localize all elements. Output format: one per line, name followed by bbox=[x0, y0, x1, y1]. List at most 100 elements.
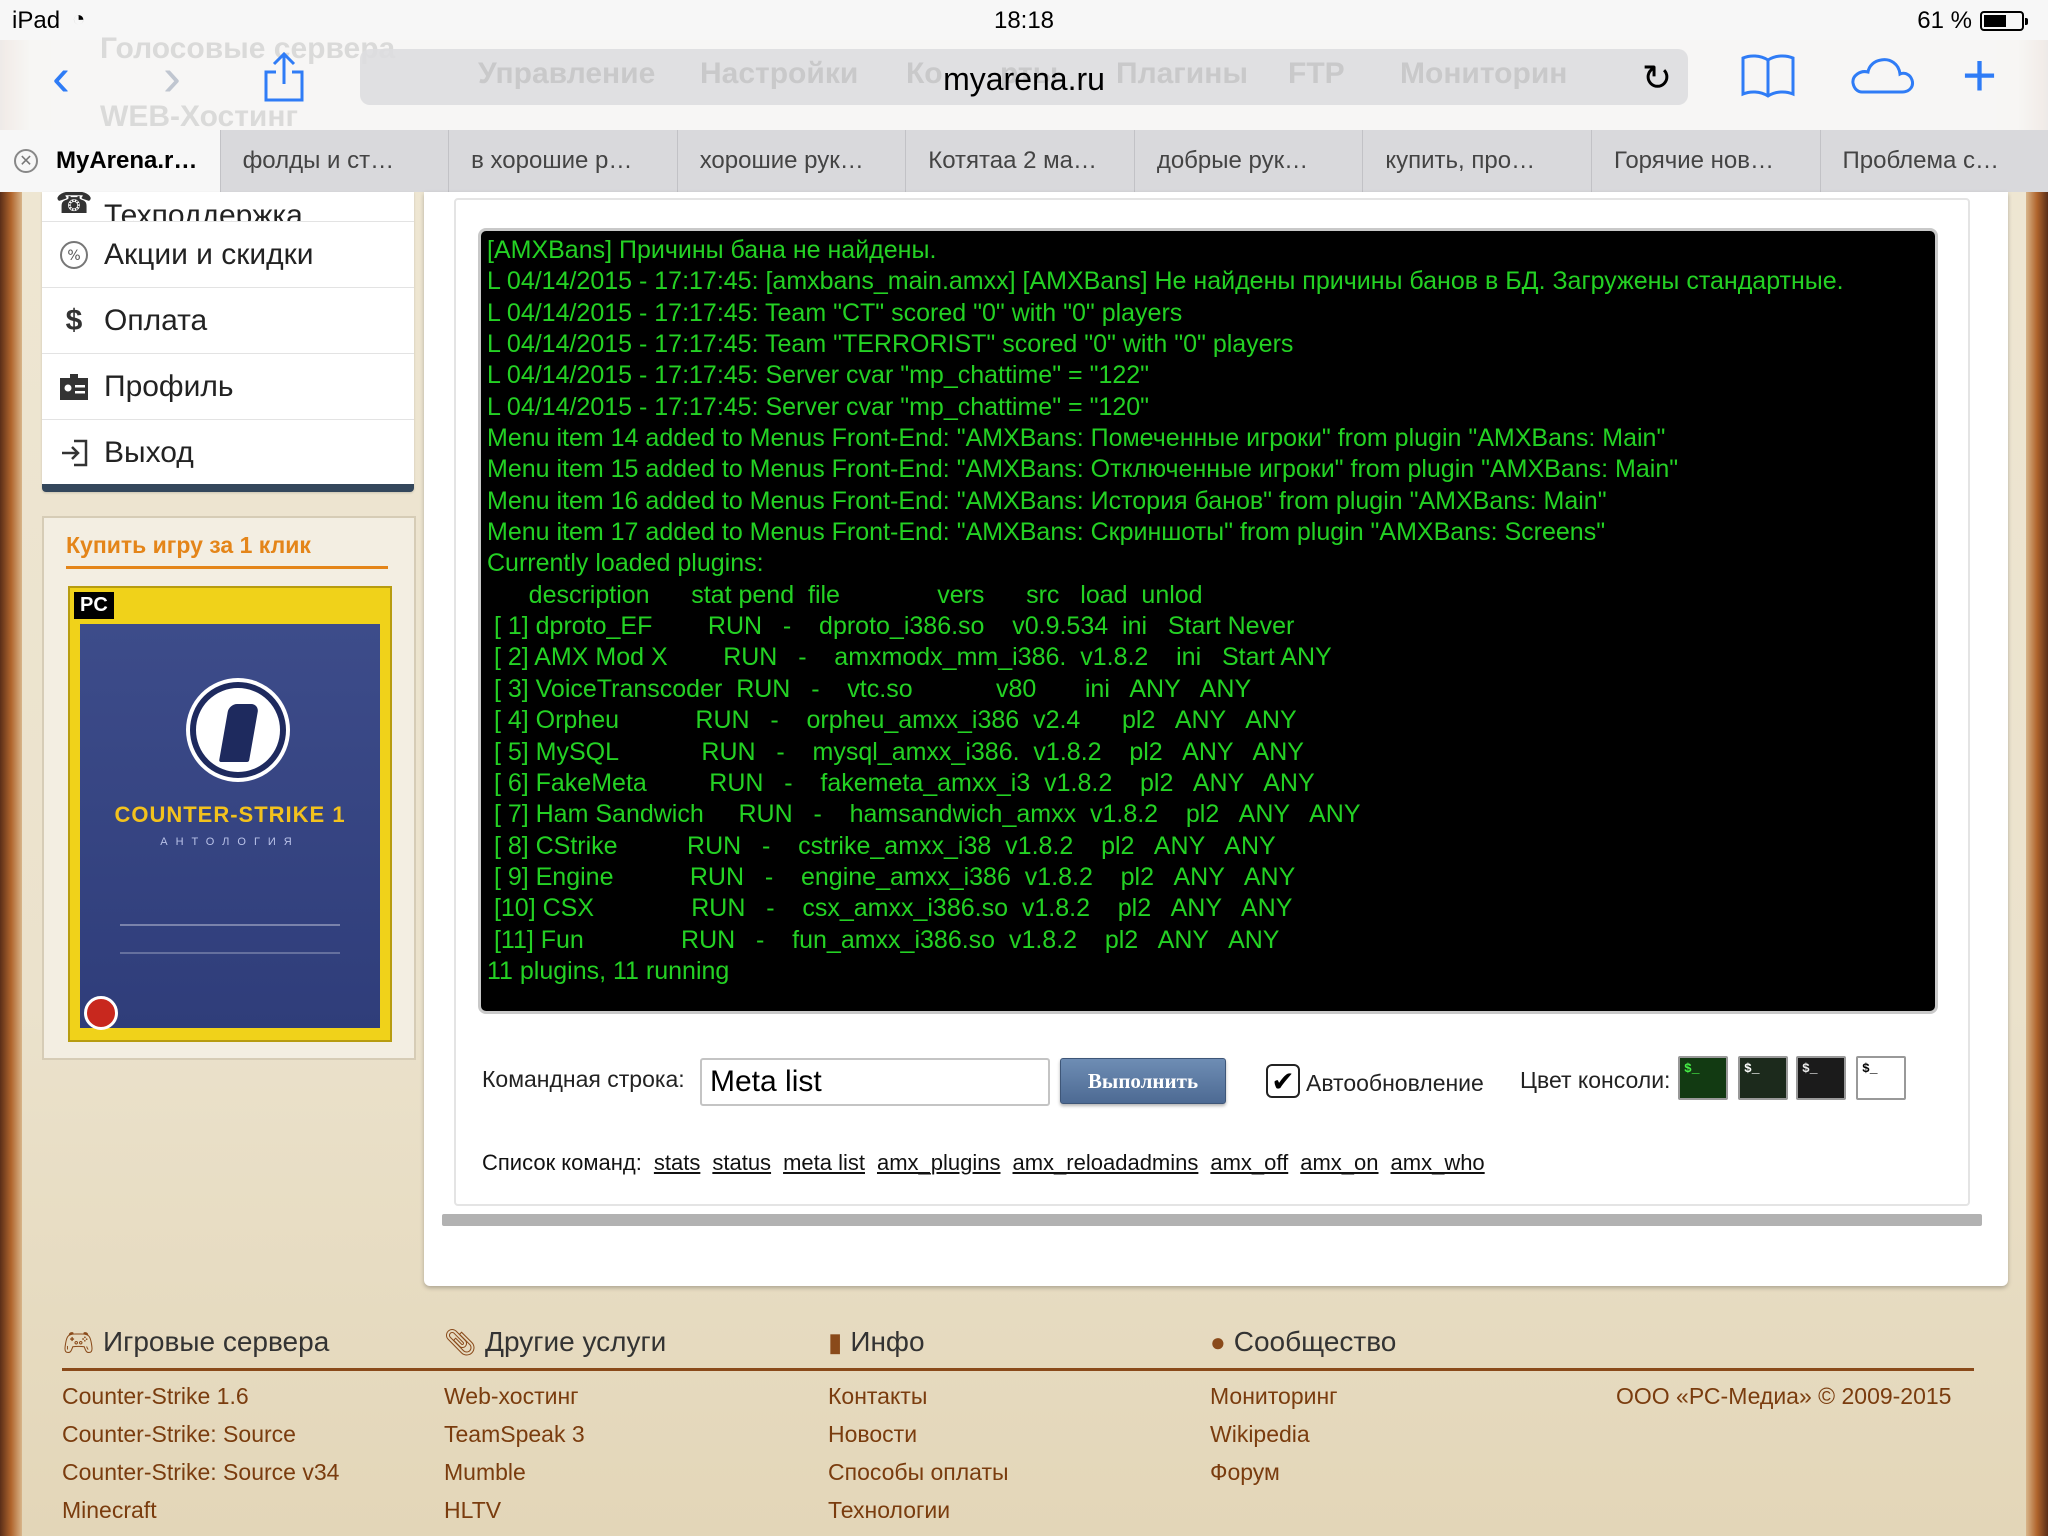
sidebar-item-label: Оплата bbox=[104, 303, 208, 337]
tab-label: Проблема с… bbox=[1842, 147, 1999, 174]
footer-heading-label: Сообщество bbox=[1233, 1326, 1397, 1357]
footer-link[interactable]: Форум bbox=[1210, 1459, 1280, 1486]
command-link[interactable]: meta list bbox=[783, 1150, 865, 1176]
footer-link[interactable]: Технологии bbox=[828, 1497, 950, 1524]
footer-link[interactable]: Counter-Strike: Source v34 bbox=[62, 1459, 339, 1486]
autoupdate-checkbox[interactable]: ✔ bbox=[1266, 1064, 1300, 1098]
console-line: [10] CSX RUN - csx_amxx_i386.so v1.8.2 p… bbox=[487, 894, 1293, 923]
sidebar-item-label: Акции и скидки bbox=[104, 237, 314, 271]
browser-toolbar: Голосовые сервера WEB-Хостинг ‹ › Управл… bbox=[0, 32, 2048, 133]
sidebar-item-support[interactable]: ☎ Техподдержка bbox=[42, 192, 414, 222]
footer-link[interactable]: Новости bbox=[828, 1421, 917, 1448]
console-line: Menu item 15 added to Menus Front-End: "… bbox=[487, 455, 1679, 484]
footer-link[interactable]: TeamSpeak 3 bbox=[444, 1421, 585, 1448]
console-line: Menu item 17 added to Menus Front-End: "… bbox=[487, 518, 1606, 547]
console-line: [ 6] FakeMeta RUN - fakemeta_amxx_i3 v1.… bbox=[487, 768, 1315, 797]
bookmarks-icon[interactable] bbox=[1740, 52, 1796, 107]
back-icon[interactable]: ‹ bbox=[52, 50, 70, 104]
new-tab-icon[interactable]: + bbox=[1962, 46, 1997, 106]
console-line: L 04/14/2015 - 17:17:45: [amxbans_main.a… bbox=[487, 267, 1844, 296]
autoupdate-label: Автообновление bbox=[1306, 1070, 1484, 1096]
console-line: Menu item 14 added to Menus Front-End: "… bbox=[487, 424, 1666, 453]
command-link[interactable]: stats bbox=[654, 1150, 700, 1176]
command-input[interactable] bbox=[700, 1058, 1050, 1106]
support-icon: ☎ bbox=[55, 192, 93, 220]
footer-link[interactable]: Minecraft bbox=[62, 1497, 157, 1524]
footer-heading: 📎︎ Другие услуги bbox=[444, 1326, 666, 1358]
address-bar[interactable]: Управление Настройки Ко рты Плагины FTP … bbox=[360, 49, 1688, 105]
console-line: Menu item 16 added to Menus Front-End: "… bbox=[487, 486, 1607, 515]
sidebar-item-label: Выход bbox=[104, 436, 194, 469]
promo-title[interactable]: Купить игру за 1 клик bbox=[66, 532, 311, 559]
command-label: Командная строка: bbox=[482, 1066, 685, 1092]
footer-link[interactable]: HLTV bbox=[444, 1497, 501, 1524]
console-line: [ 8] CStrike RUN - cstrike_amxx_i38 v1.8… bbox=[487, 831, 1276, 860]
counter-strike-logo-icon bbox=[190, 682, 286, 778]
footer-link[interactable]: Wikipedia bbox=[1210, 1421, 1310, 1448]
footer-link[interactable]: Способы оплаты bbox=[828, 1459, 1009, 1486]
tab[interactable]: Котятаа 2 ма… bbox=[905, 130, 1134, 192]
promo-divider bbox=[66, 566, 388, 569]
panel-footer-bar bbox=[442, 1214, 1982, 1226]
console-line: [ 9] Engine RUN - engine_amxx_i386 v1.8.… bbox=[487, 862, 1296, 891]
command-link[interactable]: amx_reloadadmins bbox=[1013, 1150, 1199, 1176]
tab[interactable]: хорошие рук… bbox=[676, 130, 906, 192]
console-color-green[interactable]: $_ bbox=[1678, 1056, 1728, 1100]
footer-link[interactable]: Мониторинг bbox=[1210, 1383, 1338, 1410]
sidebar-item-logout[interactable]: Выход bbox=[42, 420, 414, 486]
buy-game-promo: Купить игру за 1 клик PC COUNTER-STRIKE … bbox=[42, 516, 416, 1060]
tab[interactable]: Горячие нов… bbox=[1590, 130, 1820, 192]
command-link[interactable]: amx_on bbox=[1300, 1150, 1378, 1176]
console-line: description stat pend file vers src load… bbox=[487, 580, 1203, 609]
sidebar-item-profile[interactable]: Профиль bbox=[42, 354, 414, 420]
console-line: [ 4] Orpheu RUN - orpheu_amxx_i386 v2.4 … bbox=[487, 706, 1297, 735]
console-line: L 04/14/2015 - 17:17:45: Team "CT" score… bbox=[487, 298, 1183, 327]
sidebar-item-label: Профиль bbox=[104, 369, 234, 403]
gamepad-icon: 🎮︎ bbox=[62, 1326, 96, 1357]
footer-link[interactable]: Web-хостинг bbox=[444, 1383, 579, 1410]
share-icon[interactable] bbox=[262, 50, 306, 113]
tab-label: MyArena.r… bbox=[56, 147, 198, 174]
dollar-icon: $ bbox=[65, 303, 83, 337]
console-color-black[interactable]: $_ bbox=[1796, 1056, 1846, 1100]
command-link[interactable]: status bbox=[712, 1150, 771, 1176]
game-box-image[interactable]: PC COUNTER-STRIKE 1 АНТОЛОГИЯ bbox=[68, 586, 392, 1042]
close-icon[interactable]: ✕ bbox=[14, 149, 38, 173]
tab[interactable]: добрые рук… bbox=[1133, 130, 1363, 192]
reload-icon[interactable]: ↻ bbox=[1642, 57, 1672, 99]
copyright: ООО «РС-Медиа» © 2009-2015 bbox=[1616, 1383, 1952, 1409]
battery-icon bbox=[1980, 11, 2028, 31]
footer-link[interactable]: Counter-Strike: Source bbox=[62, 1421, 296, 1448]
pc-label: PC bbox=[74, 592, 114, 619]
command-link[interactable]: amx_off bbox=[1210, 1150, 1288, 1176]
footer-heading-label: Инфо bbox=[850, 1326, 925, 1357]
tab-label: хорошие рук… bbox=[699, 147, 864, 174]
console-line: [ 1] dproto_EF RUN - dproto_i386.so v0.9… bbox=[487, 612, 1295, 641]
sidebar-item-promotions[interactable]: % Акции и скидки bbox=[42, 222, 414, 288]
forward-icon[interactable]: › bbox=[163, 50, 181, 104]
tab[interactable]: в хорошие р… bbox=[448, 130, 677, 192]
command-link[interactable]: amx_plugins bbox=[877, 1150, 1001, 1176]
execute-button[interactable]: Выполнить bbox=[1060, 1058, 1226, 1104]
console-line: L 04/14/2015 - 17:17:45: Server cvar "mp… bbox=[487, 392, 1150, 421]
footer-link[interactable]: Контакты bbox=[828, 1383, 927, 1410]
footer-link[interactable]: Counter-Strike 1.6 bbox=[62, 1383, 249, 1410]
footer-link[interactable]: Mumble bbox=[444, 1459, 526, 1486]
sidebar-item-label: Техподдержка bbox=[104, 199, 303, 222]
tab-myarena[interactable]: ✕ MyArena.r… bbox=[0, 130, 220, 192]
book-icon: ▮ bbox=[828, 1326, 843, 1357]
paperclip-icon: 📎︎ bbox=[444, 1326, 478, 1357]
tab[interactable]: купить, про… bbox=[1362, 130, 1591, 192]
console-color-white[interactable]: $_ bbox=[1856, 1056, 1906, 1100]
console-line: [ 3] VoiceTranscoder RUN - vtc.so v80 in… bbox=[487, 674, 1252, 703]
tab-label: Горячие нов… bbox=[1613, 147, 1775, 174]
tab-label: в хорошие р… bbox=[471, 147, 633, 174]
chat-icon: ● bbox=[1210, 1326, 1226, 1357]
tab[interactable]: фолды и ст… bbox=[219, 130, 449, 192]
console-color-dark[interactable]: $_ bbox=[1738, 1056, 1788, 1100]
sidebar-item-payment[interactable]: $ Оплата bbox=[42, 288, 414, 354]
command-list: Список команд: stats status meta list am… bbox=[482, 1150, 1485, 1176]
tab[interactable]: Проблема с… bbox=[1819, 130, 2048, 192]
command-link[interactable]: amx_who bbox=[1391, 1150, 1485, 1176]
icloud-tabs-icon[interactable] bbox=[1846, 52, 1916, 107]
